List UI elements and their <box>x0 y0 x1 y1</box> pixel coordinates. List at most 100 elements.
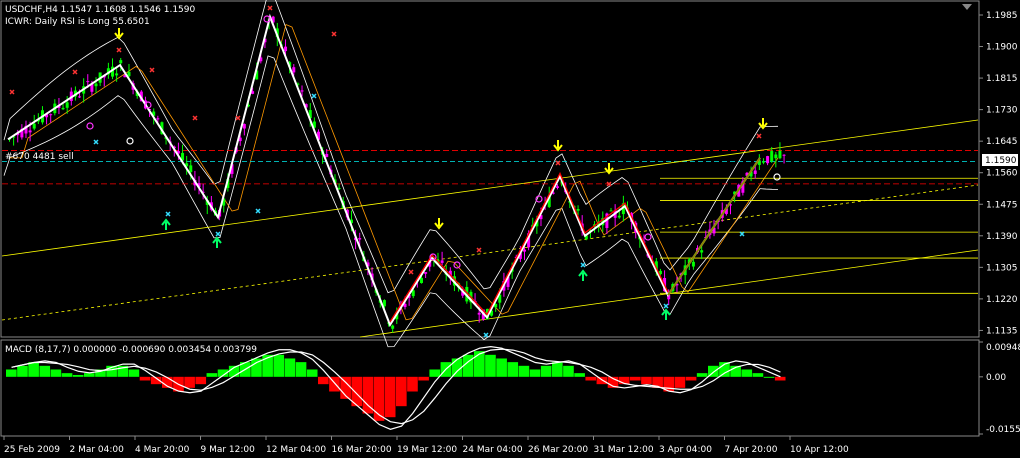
candle-body <box>766 156 770 164</box>
indicator-header: ICWR: Daily RSI is Long 55.6501 <box>5 17 150 27</box>
candle-body <box>65 102 69 108</box>
macd-histogram-bar <box>128 369 140 377</box>
macd-histogram-bar <box>39 365 51 377</box>
candle-body <box>523 249 526 252</box>
macd-histogram-bar <box>563 365 574 377</box>
candle-body <box>440 260 444 263</box>
macd-histogram-bar <box>284 358 296 377</box>
macd-histogram-bar <box>630 376 641 381</box>
candle-body <box>94 83 98 87</box>
macd-histogram-bar <box>61 373 73 377</box>
candle-body <box>420 277 423 284</box>
macd-histogram-bar <box>474 351 485 377</box>
candle-body <box>477 312 481 315</box>
macd-tick-label: 0.009488 <box>986 343 1020 353</box>
candle-body <box>115 73 119 76</box>
symbol-header: USDCHF,H4 1.1547 1.1608 1.1546 1.1590 <box>5 5 195 15</box>
time-tick-label: 25 Feb 2009 <box>4 445 60 455</box>
candle-body <box>32 123 36 129</box>
price-tick-label: 1.1305 <box>986 263 1018 273</box>
candle-body <box>119 60 123 64</box>
time-tick-label: 16 Mar 20:00 <box>332 445 392 455</box>
price-tick-label: 1.1135 <box>986 326 1018 336</box>
candle-body <box>242 124 246 129</box>
time-tick-label: 9 Mar 12:00 <box>201 445 256 455</box>
macd-histogram-bar <box>50 369 62 377</box>
macd-histogram-bar <box>641 376 652 385</box>
macd-histogram-bar <box>206 373 218 377</box>
candle-body <box>358 238 362 240</box>
time-tick-label: 3 Apr 04:00 <box>659 445 712 455</box>
macd-histogram-bar <box>72 374 84 377</box>
macd-histogram-bar <box>518 365 530 377</box>
macd-histogram-bar <box>6 369 17 377</box>
time-tick-label: 12 Mar 04:00 <box>266 445 326 455</box>
candle-body <box>49 114 53 116</box>
price-tick-label: 1.1645 <box>986 137 1018 147</box>
order-label: #670 4481 sell <box>5 152 74 162</box>
macd-histogram-bar <box>741 369 753 377</box>
candle-body <box>778 150 782 159</box>
candle-body <box>617 215 621 218</box>
macd-histogram-bar <box>28 362 39 377</box>
candle-body <box>391 325 395 329</box>
time-tick-label: 2 Mar 04:00 <box>70 445 125 455</box>
price-tick-label: 1.1390 <box>986 232 1018 242</box>
candle-body <box>28 130 32 133</box>
macd-histogram-bar <box>696 373 708 377</box>
time-tick-label: 10 Apr 12:00 <box>790 445 849 455</box>
macd-histogram-bar <box>496 358 507 377</box>
macd-histogram-bar <box>396 376 407 407</box>
current-price-tag: 1.1590 <box>982 154 1018 166</box>
macd-histogram-bar <box>17 365 28 377</box>
macd-histogram-bar <box>752 373 764 377</box>
macd-histogram-bar <box>139 376 151 381</box>
macd-histogram-bar <box>295 362 307 377</box>
price-tick-label: 1.1985 <box>986 11 1018 21</box>
macd-histogram-bar <box>184 376 195 388</box>
time-tick-label: 4 Mar 20:00 <box>135 445 190 455</box>
price-tick-label: 1.1900 <box>986 43 1018 53</box>
macd-tick-label: 0.00 <box>986 373 1006 383</box>
time-tick-label: 31 Mar 12:00 <box>594 445 654 455</box>
price-tick-label: 1.1220 <box>986 295 1018 305</box>
macd-tick-label: -0.01558 <box>986 425 1020 435</box>
candle-body <box>156 118 160 120</box>
macd-histogram-bar <box>407 376 418 392</box>
candle-body <box>61 107 65 110</box>
candle-body <box>700 250 704 253</box>
candle-body <box>774 154 778 159</box>
time-tick-label: 19 Mar 12:00 <box>397 445 457 455</box>
candle-body <box>761 161 765 163</box>
candle-body <box>300 90 304 92</box>
candle-body <box>86 81 90 83</box>
macd-histogram-bar <box>507 362 519 377</box>
macd-histogram-bar <box>585 376 597 381</box>
macd-histogram-bar <box>384 376 396 418</box>
macd-header: MACD (8,17,7) 0.000000 -0.000690 0.00345… <box>5 345 257 355</box>
candle-body <box>609 210 613 212</box>
candle-body <box>555 186 559 188</box>
macd-histogram-bar <box>674 376 686 388</box>
macd-histogram-bar <box>429 369 441 377</box>
macd-histogram-bar <box>574 373 585 377</box>
macd-histogram-bar <box>774 376 786 381</box>
macd-histogram-bar <box>195 376 207 385</box>
macd-histogram-bar <box>84 373 95 377</box>
macd-histogram-bar <box>685 376 697 381</box>
macd-histogram-bar <box>485 354 496 377</box>
candle-body <box>292 67 296 73</box>
candle-body <box>782 154 786 156</box>
macd-histogram-bar <box>418 376 429 381</box>
price-tick-label: 1.1815 <box>986 74 1018 84</box>
macd-histogram-bar <box>462 354 474 377</box>
time-tick-label: 7 Apr 20:00 <box>725 445 778 455</box>
price-tick-label: 1.1730 <box>986 106 1018 116</box>
candle-body <box>770 151 774 162</box>
candle-body <box>424 272 428 274</box>
macd-histogram-bar <box>306 369 318 377</box>
candle-body <box>576 209 580 211</box>
forex-chart[interactable]: USDCHF,H4 1.1547 1.1608 1.1546 1.1590 IC… <box>0 0 1020 458</box>
candle-body <box>691 261 695 267</box>
macd-histogram-bar <box>318 376 329 385</box>
